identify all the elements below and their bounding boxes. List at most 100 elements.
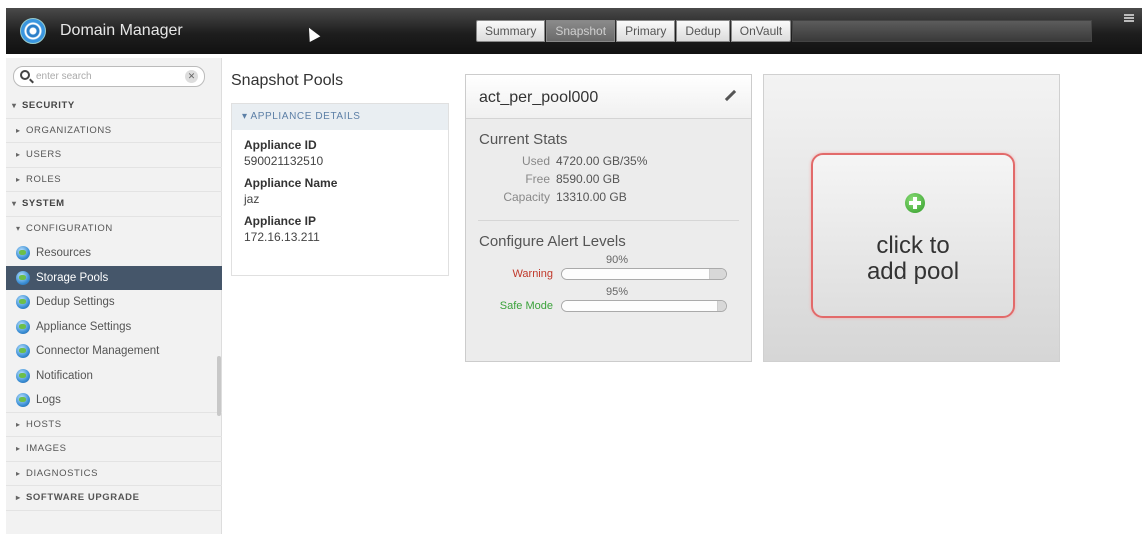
sidebar-item-resources[interactable]: Resources <box>6 241 222 266</box>
sidebar-item-label: Storage Pools <box>36 271 109 284</box>
stat-free-value: 8590.00 GB <box>556 172 621 186</box>
warning-slider[interactable] <box>561 268 727 280</box>
globe-icon <box>16 368 30 383</box>
add-pool-card: click to add pool <box>763 74 1060 362</box>
sidebar-item-label: ROLES <box>26 173 62 185</box>
alert-levels-title: Configure Alert Levels <box>479 233 626 250</box>
tab-dedup[interactable]: Dedup <box>676 20 730 42</box>
tab-summary[interactable]: Summary <box>476 20 546 42</box>
search-box: ✕ <box>13 66 205 87</box>
pool-card-header: act_per_pool000 <box>466 75 751 119</box>
tab-onvault[interactable]: OnVault <box>730 20 792 42</box>
appliance-id-value: 590021132510 <box>244 154 324 168</box>
sidebar-scrollbar[interactable] <box>217 356 221 416</box>
expanded-arrow-icon: ▾ <box>12 101 17 110</box>
search-input[interactable] <box>36 69 176 84</box>
appliance-name-value: jaz <box>244 192 260 206</box>
pool-name: act_per_pool000 <box>479 89 599 106</box>
stat-used: Used 4720.00 GB/35% <box>466 152 751 170</box>
sidebar-item-label: ORGANIZATIONS <box>26 124 112 136</box>
pool-card: act_per_pool000 Current Stats Used 4720.… <box>465 74 752 362</box>
sidebar-item-roles[interactable]: ▸ ROLES <box>6 168 222 192</box>
safe-mode-alert: 95% Safe Mode <box>466 286 751 316</box>
sidebar-item-software-upgrade[interactable]: ▸ SOFTWARE UPGRADE <box>6 486 222 511</box>
expanded-arrow-icon: ▾ <box>12 199 17 208</box>
sidebar-section-label: SECURITY <box>22 100 75 111</box>
brand[interactable]: Domain Manager <box>20 18 183 44</box>
sidebar-item-logs[interactable]: Logs <box>6 388 222 413</box>
sidebar-section-system[interactable]: ▾ SYSTEM <box>6 192 222 217</box>
sidebar-section-label: SYSTEM <box>22 198 65 209</box>
collapsed-arrow-icon: ▸ <box>16 493 21 502</box>
collapsed-arrow-icon: ▸ <box>16 125 21 135</box>
collapsed-arrow-icon: ▸ <box>16 468 21 478</box>
warning-percent: 90% <box>606 254 629 266</box>
sidebar-item-hosts[interactable]: ▸ HOSTS <box>6 413 222 437</box>
sidebar-item-diagnostics[interactable]: ▸ DIAGNOSTICS <box>6 462 222 486</box>
sidebar-item-configuration[interactable]: ▾ CONFIGURATION <box>6 217 222 242</box>
stat-free: Free 8590.00 GB <box>466 170 751 188</box>
sidebar-section-security[interactable]: ▾ SECURITY <box>6 94 222 119</box>
sidebar-item-connector-management[interactable]: Connector Management <box>6 339 222 364</box>
sidebar-item-label: Dedup Settings <box>36 296 115 309</box>
safe-mode-slider-handle[interactable] <box>717 301 726 311</box>
sidebar-item-notification[interactable]: Notification <box>6 364 222 389</box>
sidebar-item-label: Appliance Settings <box>36 320 132 333</box>
expanded-arrow-icon: ▾ <box>16 223 21 233</box>
safe-mode-percent: 95% <box>606 286 629 298</box>
tab-bar-filler <box>792 20 1093 42</box>
mouse-cursor-icon <box>303 24 321 43</box>
collapsed-arrow-icon: ▸ <box>16 174 21 184</box>
sidebar-item-label: SOFTWARE UPGRADE <box>26 492 140 503</box>
sidebar-item-label: Notification <box>36 369 93 382</box>
stat-used-label: Used <box>521 154 550 168</box>
tab-bar: Summary Snapshot Primary Dedup OnVault <box>476 20 1093 42</box>
warning-label: Warning <box>512 268 553 280</box>
search-icon <box>20 70 30 80</box>
sidebar-item-label: USERS <box>26 149 62 160</box>
appliance-details-header[interactable]: ▾ APPLIANCE DETAILS <box>232 104 448 130</box>
collapsed-arrow-icon: ▸ <box>16 419 21 429</box>
stat-free-label: Free <box>525 172 550 186</box>
globe-icon <box>16 344 30 359</box>
collapsed-arrow-icon: ▸ <box>16 150 21 159</box>
add-pool-text: click to add pool <box>813 233 1013 285</box>
tab-snapshot[interactable]: Snapshot <box>546 20 616 42</box>
plus-circle-icon <box>905 193 925 213</box>
app-title: Domain Manager <box>60 22 183 39</box>
stat-used-value: 4720.00 GB/35% <box>556 154 648 168</box>
sidebar-item-appliance-settings[interactable]: Appliance Settings <box>6 315 222 340</box>
stat-capacity: Capacity 13310.00 GB <box>466 188 751 206</box>
globe-icon <box>16 295 30 310</box>
sidebar-item-storage-pools[interactable]: Storage Pools <box>6 265 222 290</box>
sidebar-item-images[interactable]: ▸ IMAGES <box>6 437 222 462</box>
edit-pencil-icon[interactable] <box>724 90 736 102</box>
warning-slider-fill <box>562 269 710 279</box>
sidebar-item-label: DIAGNOSTICS <box>26 467 99 479</box>
tab-primary[interactable]: Primary <box>616 20 676 42</box>
sidebar-item-label: HOSTS <box>26 418 62 430</box>
sidebar-item-users[interactable]: ▸ USERS <box>6 143 222 168</box>
menu-icon[interactable] <box>1124 14 1134 22</box>
sidebar-item-organizations[interactable]: ▸ ORGANIZATIONS <box>6 119 222 143</box>
appliance-ip-value: 172.16.13.211 <box>244 230 320 244</box>
stat-capacity-label: Capacity <box>503 190 550 204</box>
globe-icon <box>16 270 30 285</box>
stat-capacity-value: 13310.00 GB <box>556 190 627 204</box>
divider <box>478 220 739 221</box>
clear-search-icon[interactable]: ✕ <box>185 70 198 83</box>
globe-icon <box>16 319 30 334</box>
appliance-ip-label: Appliance IP <box>244 214 317 228</box>
warning-alert: 90% Warning <box>466 254 751 284</box>
appliance-id-label: Appliance ID <box>244 138 317 152</box>
collapsed-arrow-icon: ▸ <box>16 444 21 453</box>
safe-mode-slider[interactable] <box>561 300 727 312</box>
sidebar-item-label: CONFIGURATION <box>26 222 113 234</box>
sidebar-nav: ▾ SECURITY ▸ ORGANIZATIONS ▸ USERS ▸ ROLES ▾… <box>6 94 222 511</box>
sidebar-item-dedup-settings[interactable]: Dedup Settings <box>6 290 222 315</box>
sidebar-item-label: Resources <box>36 247 91 260</box>
page-title: Snapshot Pools <box>231 72 344 89</box>
safe-mode-slider-fill <box>562 301 718 311</box>
warning-slider-handle[interactable] <box>709 269 726 279</box>
add-pool-button[interactable]: click to add pool <box>811 153 1015 318</box>
